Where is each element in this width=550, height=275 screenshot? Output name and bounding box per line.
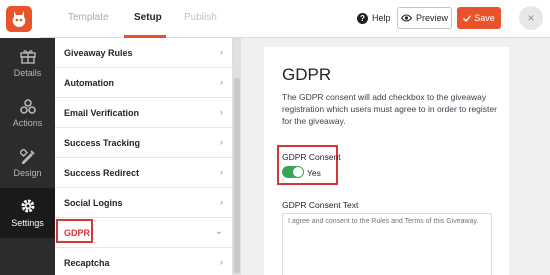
- nav-item-settings[interactable]: Settings: [0, 188, 55, 238]
- gdpr-highlight-box: [56, 219, 93, 243]
- setting-item-success-redirect[interactable]: Success Redirect ›: [55, 158, 233, 188]
- top-bar: Template Setup Publish ? Help Preview Sa…: [0, 0, 550, 38]
- help-icon: ?: [357, 12, 368, 24]
- left-navigation: Details Actions Design Settings: [0, 38, 55, 275]
- settings-list: Giveaway Rules › Automation › Email Veri…: [55, 38, 233, 275]
- rafflepress-logo-icon: [6, 6, 32, 32]
- help-label: Help: [372, 13, 391, 23]
- setting-item-email-verification[interactable]: Email Verification ›: [55, 98, 233, 128]
- nav-item-actions[interactable]: Actions: [0, 88, 55, 138]
- preview-label: Preview: [415, 13, 448, 23]
- nav-item-details[interactable]: Details: [0, 38, 55, 88]
- nav-label-design: Design: [13, 168, 42, 178]
- checkmark-icon: [463, 14, 472, 22]
- chevron-right-icon: ›: [220, 137, 223, 147]
- setting-item-recaptcha[interactable]: Recaptcha ›: [55, 248, 233, 275]
- nav-item-design[interactable]: Design: [0, 138, 55, 188]
- gdpr-consent-text-field[interactable]: [282, 213, 492, 275]
- save-label: Save: [474, 13, 495, 23]
- chevron-right-icon: ›: [220, 257, 223, 267]
- app-logo[interactable]: [0, 0, 40, 38]
- gift-icon: [19, 48, 37, 64]
- chevron-right-icon: ›: [220, 77, 223, 87]
- setting-item-label: Social Logins: [64, 197, 123, 208]
- gdpr-consent-text-label: GDPR Consent Text: [282, 200, 359, 210]
- panel-title: GDPR: [282, 65, 332, 84]
- gdpr-consent-toggle[interactable]: [282, 166, 304, 178]
- scrollbar-thumb[interactable]: [234, 78, 240, 273]
- main-area: GDPR The GDPR consent will add checkbox …: [241, 38, 550, 275]
- consent-highlight-box: [277, 145, 338, 185]
- tab-template[interactable]: Template: [68, 12, 109, 23]
- gdpr-panel: GDPR The GDPR consent will add checkbox …: [264, 47, 509, 275]
- chevron-right-icon: ›: [220, 107, 223, 117]
- gear-icon: [19, 198, 37, 214]
- setting-item-label: Recaptcha: [64, 257, 110, 268]
- setting-item-social-logins[interactable]: Social Logins ›: [55, 188, 233, 218]
- chevron-down-icon: ⌄: [214, 226, 223, 237]
- preview-button[interactable]: Preview: [397, 7, 452, 29]
- setting-item-giveaway-rules[interactable]: Giveaway Rules ›: [55, 38, 233, 68]
- chevron-right-icon: ›: [220, 167, 223, 177]
- actions-icon: [19, 98, 37, 114]
- eye-icon: [400, 14, 412, 22]
- setting-item-label: Success Tracking: [64, 137, 141, 148]
- tab-publish[interactable]: Publish: [184, 12, 217, 23]
- toggle-knob: [293, 167, 303, 177]
- tab-setup[interactable]: Setup: [134, 12, 162, 23]
- setting-item-automation[interactable]: Automation ›: [55, 68, 233, 98]
- chevron-right-icon: ›: [220, 197, 223, 207]
- gdpr-consent-label: GDPR Consent: [282, 152, 341, 162]
- setting-item-label: Giveaway Rules: [64, 47, 133, 58]
- nav-label-settings: Settings: [11, 218, 44, 228]
- nav-label-details: Details: [13, 68, 42, 78]
- setting-item-label: Email Verification: [64, 107, 140, 118]
- save-button[interactable]: Save: [457, 7, 501, 29]
- setting-item-label: Success Redirect: [64, 167, 140, 178]
- toggle-state-label: Yes: [307, 168, 321, 178]
- nav-label-actions: Actions: [12, 118, 43, 128]
- help-button[interactable]: ? Help: [357, 10, 391, 26]
- panel-description: The GDPR consent will add checkbox to th…: [282, 92, 497, 126]
- setting-item-label: Automation: [64, 77, 114, 88]
- close-button[interactable]: ×: [519, 6, 543, 30]
- settings-scrollbar[interactable]: [233, 38, 241, 275]
- design-icon: [19, 148, 37, 164]
- chevron-right-icon: ›: [220, 47, 223, 57]
- setting-item-success-tracking[interactable]: Success Tracking ›: [55, 128, 233, 158]
